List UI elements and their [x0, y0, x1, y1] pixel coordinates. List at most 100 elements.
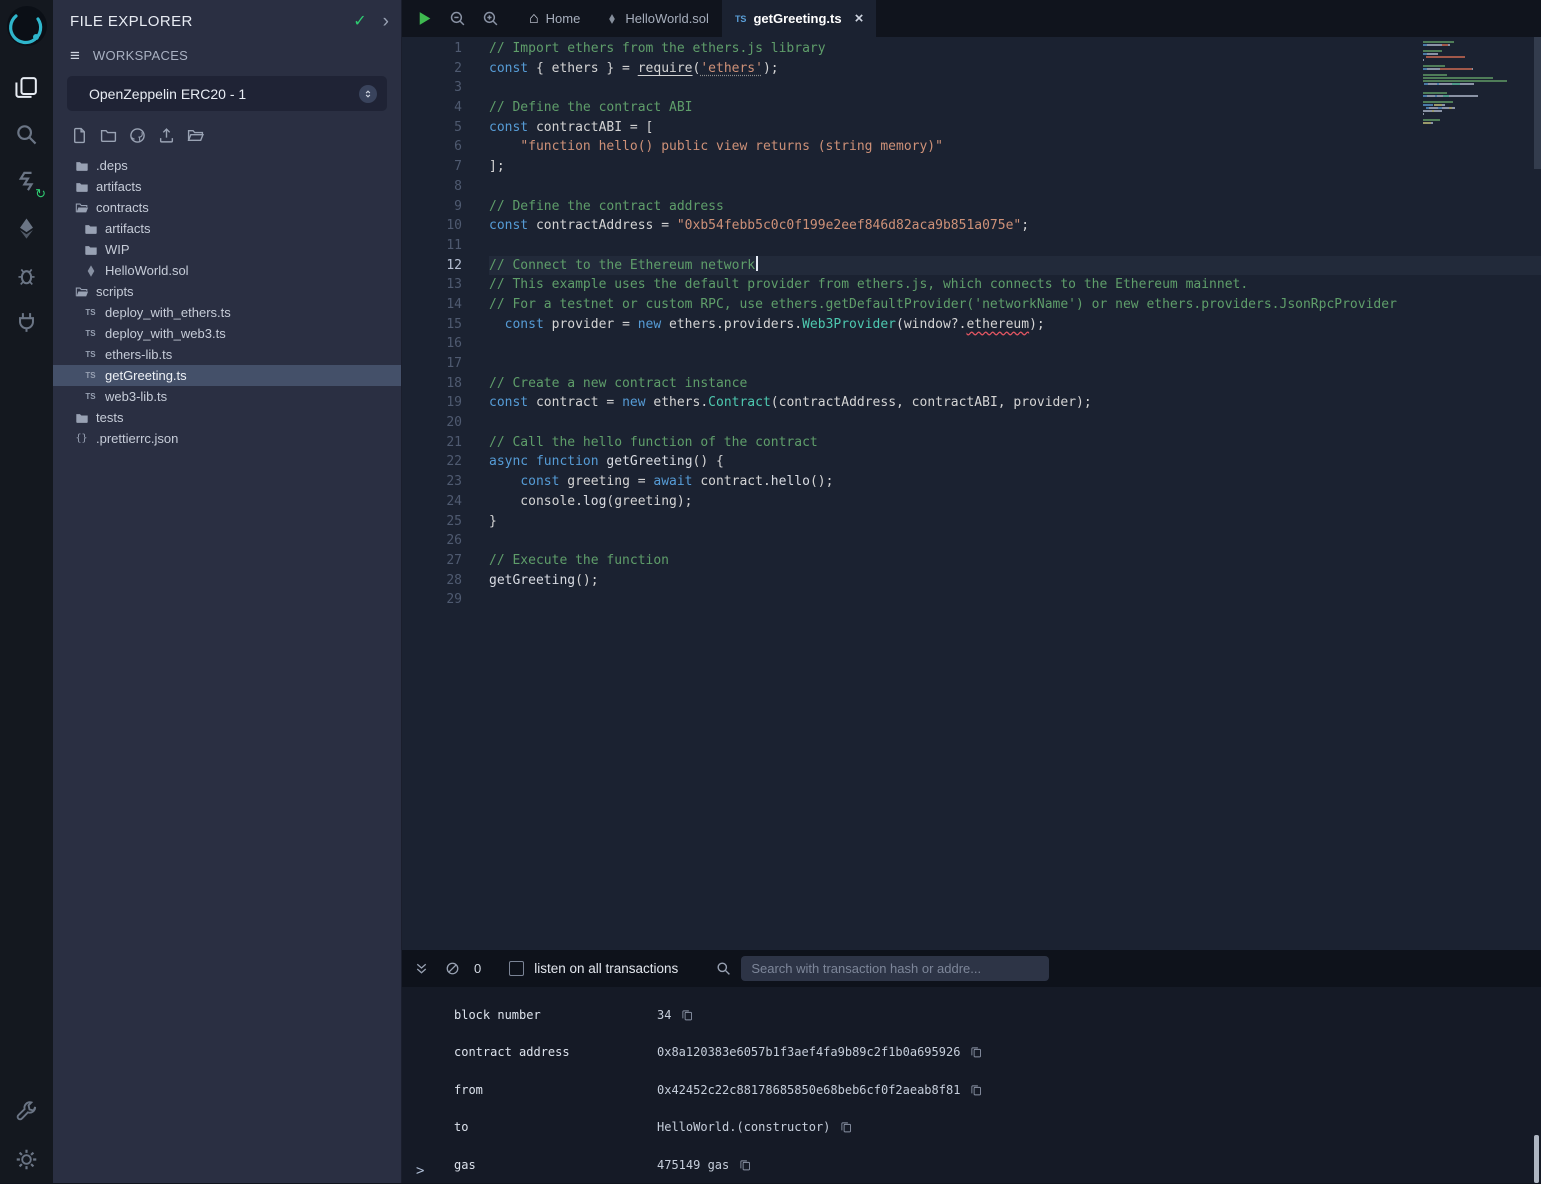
code-line — [489, 590, 1541, 610]
file-tree-item[interactable]: HelloWorld.sol — [53, 260, 401, 281]
listen-checkbox[interactable] — [509, 961, 524, 976]
detail-value: 0x8a120383e6057b1f3aef4fa9b89c2f1b0a6959… — [657, 1045, 960, 1059]
ts-icon: TS — [83, 308, 98, 317]
new-folder-icon[interactable] — [99, 126, 117, 144]
line-number: 23 — [402, 472, 462, 492]
settings-gear-icon[interactable] — [0, 1136, 53, 1183]
zoom-out-button[interactable] — [449, 10, 467, 28]
line-number: 25 — [402, 512, 462, 532]
workspace-select[interactable]: OpenZeppelin ERC20 - 1 — [67, 76, 387, 111]
file-explorer-panel: FILE EXPLORER ✓ › ≡ WORKSPACES OpenZeppe… — [53, 0, 402, 1183]
clear-console-icon[interactable] — [445, 961, 460, 976]
file-tree-item[interactable]: WIP — [53, 239, 401, 260]
ts-icon: TS — [83, 371, 98, 380]
line-number: 20 — [402, 413, 462, 433]
file-tree-item[interactable]: artifacts — [53, 176, 401, 197]
code-line: console.log(greeting); — [489, 492, 1541, 512]
folder-icon — [74, 180, 89, 194]
line-number: 14 — [402, 295, 462, 315]
tab-home[interactable]: ⌂ Home — [516, 0, 593, 37]
zoom-in-button[interactable] — [482, 10, 500, 28]
hamburger-icon[interactable]: ≡ — [70, 47, 80, 64]
collapse-terminal-icon[interactable] — [414, 961, 429, 976]
plugin-manager-icon[interactable] — [0, 299, 53, 346]
tab-helloworld-sol[interactable]: HelloWorld.sol — [593, 0, 722, 37]
file-name: artifacts — [105, 221, 151, 236]
tab-label: Home — [546, 11, 581, 26]
file-tree-item[interactable]: artifacts — [53, 218, 401, 239]
detail-value: 475149 gas — [657, 1158, 729, 1172]
terminal-scrollbar-thumb[interactable] — [1534, 1135, 1539, 1183]
detail-value: HelloWorld.(constructor) — [657, 1120, 830, 1134]
github-icon[interactable] — [128, 126, 146, 144]
publish-icon[interactable] — [157, 126, 175, 144]
chevron-right-icon[interactable]: › — [383, 12, 389, 31]
copy-icon[interactable] — [681, 1009, 693, 1021]
file-tree-item[interactable]: TSgetGreeting.ts — [53, 365, 401, 386]
editor-scrollbar[interactable] — [1534, 37, 1541, 950]
code-line: getGreeting(); — [489, 571, 1541, 591]
copy-icon[interactable] — [970, 1046, 982, 1058]
code-line — [489, 531, 1541, 551]
file-tree-item[interactable]: contracts — [53, 197, 401, 218]
editor-scrollbar-thumb[interactable] — [1534, 37, 1541, 169]
transaction-detail-row: toHelloWorld.(constructor) — [402, 1109, 1541, 1147]
line-number: 29 — [402, 590, 462, 610]
file-tree-item[interactable]: TSweb3-lib.ts — [53, 386, 401, 407]
close-icon[interactable]: × — [855, 11, 864, 26]
file-tree-item[interactable]: {}.prettierrc.json — [53, 428, 401, 449]
line-number: 19 — [402, 393, 462, 413]
terminal-panel: 0 listen on all transactions block numbe… — [402, 950, 1541, 1183]
file-tree-item[interactable]: TSdeploy_with_web3.ts — [53, 323, 401, 344]
file-tree-item[interactable]: .deps — [53, 155, 401, 176]
tab-getgreeting-ts[interactable]: TSgetGreeting.ts× — [722, 0, 876, 37]
check-icon: ✓ — [353, 11, 366, 31]
terminal-prompt[interactable]: > — [416, 1163, 424, 1179]
sol-icon — [606, 13, 618, 25]
file-name: WIP — [105, 242, 130, 257]
refresh-badge-icon: ↻ — [35, 187, 46, 200]
code-line: // Execute the function — [489, 551, 1541, 571]
debugger-icon[interactable] — [0, 252, 53, 299]
search-icon[interactable] — [0, 111, 53, 158]
run-script-button[interactable] — [416, 10, 434, 28]
file-tree-item[interactable]: TSdeploy_with_ethers.ts — [53, 302, 401, 323]
copy-icon[interactable] — [739, 1159, 751, 1171]
copy-icon[interactable] — [840, 1121, 852, 1133]
terminal-search-input[interactable] — [741, 956, 1049, 981]
line-number: 15 — [402, 315, 462, 335]
minimap[interactable] — [1423, 40, 1531, 127]
code-line — [489, 177, 1541, 197]
workspace-name: OpenZeppelin ERC20 - 1 — [89, 86, 246, 102]
file-tree-item[interactable]: TSethers-lib.ts — [53, 344, 401, 365]
code-line: // This example uses the default provide… — [489, 275, 1541, 295]
new-file-icon[interactable] — [70, 126, 88, 144]
line-number: 24 — [402, 492, 462, 512]
remix-logo-icon[interactable] — [5, 4, 49, 48]
file-tree-item[interactable]: scripts — [53, 281, 401, 302]
load-folder-icon[interactable] — [186, 126, 204, 144]
solidity-compiler-icon[interactable]: ↻ — [0, 158, 53, 205]
home-icon: ⌂ — [529, 11, 539, 27]
code-line: async function getGreeting() { — [489, 452, 1541, 472]
tab-label: HelloWorld.sol — [625, 11, 709, 26]
sol-icon — [83, 264, 98, 278]
activity-bar-top: ↻ — [0, 64, 53, 346]
workspaces-row: ≡ WORKSPACES — [53, 39, 401, 70]
code-line: const provider = new ethers.providers.We… — [489, 315, 1541, 335]
workspace-switch-icon[interactable] — [359, 85, 377, 103]
tools-icon[interactable] — [0, 1089, 53, 1136]
code-line: // Define the contract address — [489, 197, 1541, 217]
copy-icon[interactable] — [970, 1084, 982, 1096]
line-number: 5 — [402, 118, 462, 138]
code-area[interactable]: // Import ethers from the ethers.js libr… — [465, 37, 1541, 950]
code-line — [489, 78, 1541, 98]
line-number: 18 — [402, 374, 462, 394]
detail-label: from — [454, 1083, 657, 1097]
code-line: ]; — [489, 157, 1541, 177]
file-tree-item[interactable]: tests — [53, 407, 401, 428]
code-line — [489, 334, 1541, 354]
line-number: 6 — [402, 137, 462, 157]
deploy-run-icon[interactable] — [0, 205, 53, 252]
file-explorer-icon[interactable] — [0, 64, 53, 111]
